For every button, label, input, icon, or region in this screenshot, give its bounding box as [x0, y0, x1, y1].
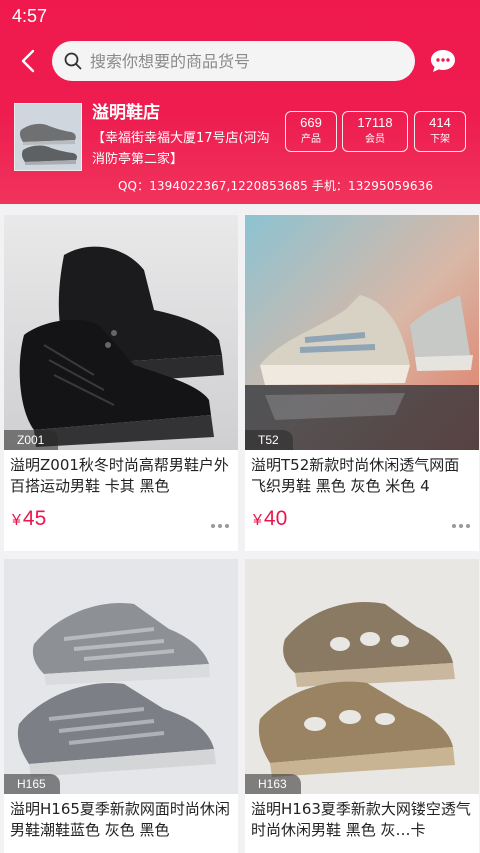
product-card[interactable]: T52 溢明T52新款时尚休闲透气网面飞织男鞋 黑色 灰色 米色 4 ¥40 — [245, 215, 479, 551]
product-sku-tag: H165 — [4, 774, 60, 794]
product-sku-tag: Z001 — [4, 430, 59, 450]
product-title[interactable]: 溢明T52新款时尚休闲透气网面飞织男鞋 黑色 灰色 米色 4 — [251, 455, 473, 497]
stat-members-label: 会员 — [365, 134, 385, 145]
stat-members[interactable]: 17118 会员 — [342, 111, 408, 152]
stat-delisted-value: 414 — [429, 115, 451, 130]
price-value: 40 — [263, 507, 288, 530]
product-title[interactable]: 溢明H165夏季新款网面时尚休闲男鞋潮鞋蓝色 灰色 黑色 — [10, 799, 232, 841]
back-arrow-icon[interactable] — [14, 46, 44, 76]
price-value: 45 — [22, 507, 47, 530]
product-image[interactable]: H165 — [4, 559, 238, 794]
stat-products-label: 产品 — [301, 134, 321, 145]
product-title[interactable]: 溢明H163夏季新款大网镂空透气时尚休闲男鞋 黑色 灰…卡 — [251, 799, 473, 841]
product-image[interactable]: T52 — [245, 215, 479, 450]
message-icon[interactable] — [429, 48, 457, 74]
product-image[interactable]: H163 — [245, 559, 479, 794]
shop-address: 【幸福街幸福大厦17号店(河沟消防亭第二家】 — [92, 131, 270, 167]
shop-header: 4:57 溢明鞋店 【幸福街幸福大厦17号店(河沟消防亭第二家】 669 产品 … — [0, 0, 480, 204]
product-card[interactable]: H165 溢明H165夏季新款网面时尚休闲男鞋潮鞋蓝色 灰色 黑色 — [4, 559, 238, 853]
product-card[interactable]: Z001 溢明Z001秋冬时尚高帮男鞋户外百搭运动男鞋 卡其 黑色 ¥45 — [4, 215, 238, 551]
stat-members-value: 17118 — [357, 115, 393, 130]
more-options-icon[interactable] — [210, 523, 230, 529]
stat-products-value: 669 — [300, 115, 322, 130]
stat-delisted-label: 下架 — [430, 134, 450, 145]
search-bar[interactable] — [52, 41, 415, 81]
product-sku-tag: T52 — [245, 430, 293, 450]
currency-symbol: ¥ — [253, 512, 262, 529]
product-price: ¥45 — [12, 507, 46, 531]
product-card[interactable]: H163 溢明H163夏季新款大网镂空透气时尚休闲男鞋 黑色 灰…卡 — [245, 559, 479, 853]
product-price: ¥40 — [253, 507, 287, 531]
shop-name: 溢明鞋店 — [92, 103, 160, 123]
more-options-icon[interactable] — [451, 523, 471, 529]
shop-avatar — [14, 103, 82, 171]
product-sku-tag: H163 — [245, 774, 301, 794]
search-input[interactable] — [90, 51, 400, 71]
shop-contact: QQ：1394022367,1220853685 手机：13295059636 — [118, 179, 434, 193]
search-icon — [64, 52, 82, 70]
stat-products[interactable]: 669 产品 — [285, 111, 337, 152]
status-time: 4:57 — [12, 6, 48, 26]
stat-delisted[interactable]: 414 下架 — [414, 111, 466, 152]
product-title[interactable]: 溢明Z001秋冬时尚高帮男鞋户外百搭运动男鞋 卡其 黑色 — [10, 455, 232, 497]
product-image[interactable]: Z001 — [4, 215, 238, 450]
currency-symbol: ¥ — [12, 512, 21, 529]
